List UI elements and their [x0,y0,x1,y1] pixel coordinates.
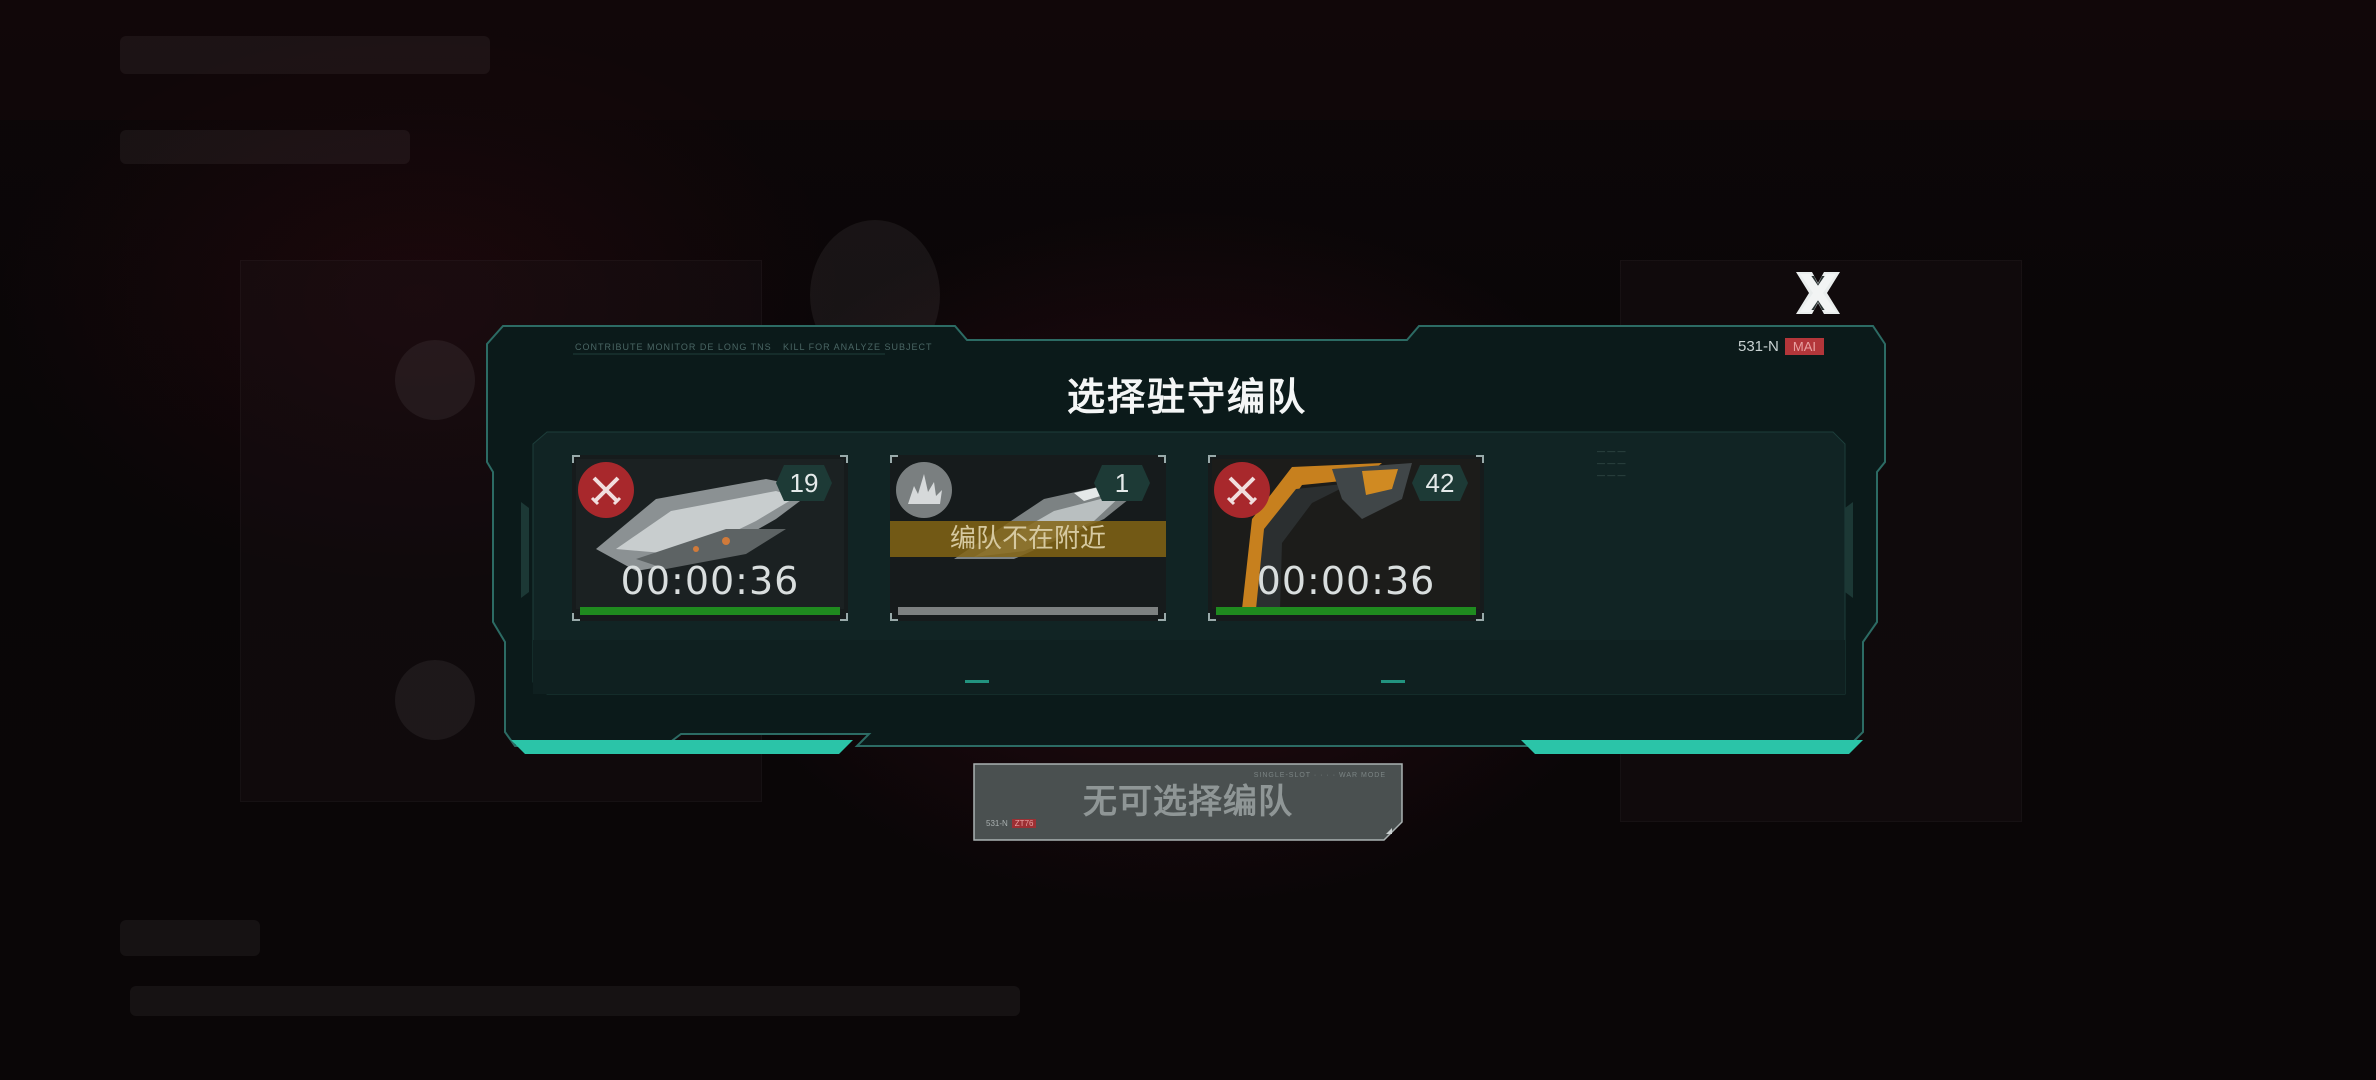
dialog-top-small-text-2: KILL FOR ANALYZE SUBJECT [783,342,933,352]
card-corner [840,613,848,621]
fleet-count-badge: 1 [1092,463,1152,503]
card-corner [840,455,848,463]
corner-code: 531-N [1738,337,1779,355]
dialog-decor-text: — — — — — — — — — [1597,447,1626,480]
crossed-swords-icon [1214,462,1270,518]
explosion-icon [896,462,952,518]
close-button[interactable] [1788,268,1848,318]
fleet-timer: 00:00:36 [620,559,800,603]
button-mini-code: 531-N [986,819,1008,828]
fleet-not-nearby-notice: 编队不在附近 [890,521,1166,557]
background-subtitle-blur [120,130,410,164]
fleet-card[interactable]: 1 编队不在附近 [890,455,1166,621]
fleet-card[interactable]: 19 00:00:36 [572,455,848,621]
corner-red-tag: MAI [1784,337,1824,355]
no-fleet-available-button[interactable]: SINGLE-SLOT · · · · WAR MODE 无可选择编队 531-… [972,762,1404,842]
card-corner [1476,613,1484,621]
button-mini-tag: 531-N ZT76 [986,819,1037,828]
fleet-count-badge: 42 [1410,463,1470,503]
fleet-count: 1 [1114,468,1130,498]
fleet-timer: 00:00:36 [1256,559,1436,603]
card-corner [1476,455,1484,463]
fleet-status-bar [580,607,840,615]
dialog-top-small-text: CONTRIBUTE MONITOR DE LONG TNS [575,342,772,352]
crossed-swords-icon [578,462,634,518]
fleet-status-bar [1216,607,1476,615]
button-label: 无可选择编队 [1083,782,1293,822]
card-corner [1158,613,1166,621]
fleet-card[interactable]: 42 00:00:36 [1208,455,1484,621]
close-x-icon [1796,272,1840,314]
fleet-count: 19 [789,468,819,498]
card-corner [572,613,580,621]
background-bottom-text [130,986,1020,1016]
select-garrison-fleet-dialog: CONTRIBUTE MONITOR DE LONG TNS KILL FOR … [485,322,1889,758]
background-avatar-1 [395,340,475,420]
background-avatar-2 [395,660,475,740]
background-title-blur [120,36,490,74]
background-bottom-label [120,920,260,956]
button-mini-red-tag: ZT76 [1011,819,1037,828]
card-corner [1208,613,1216,621]
fleet-count-badge: 19 [774,463,834,503]
card-corner [1158,455,1166,463]
dialog-title: 选择驻守编队 [1066,375,1307,419]
dialog-corner-tag: 531-N MAI [1738,336,1824,356]
card-corner [890,613,898,621]
fleet-status-bar [898,607,1158,615]
fleet-count: 42 [1425,468,1455,498]
